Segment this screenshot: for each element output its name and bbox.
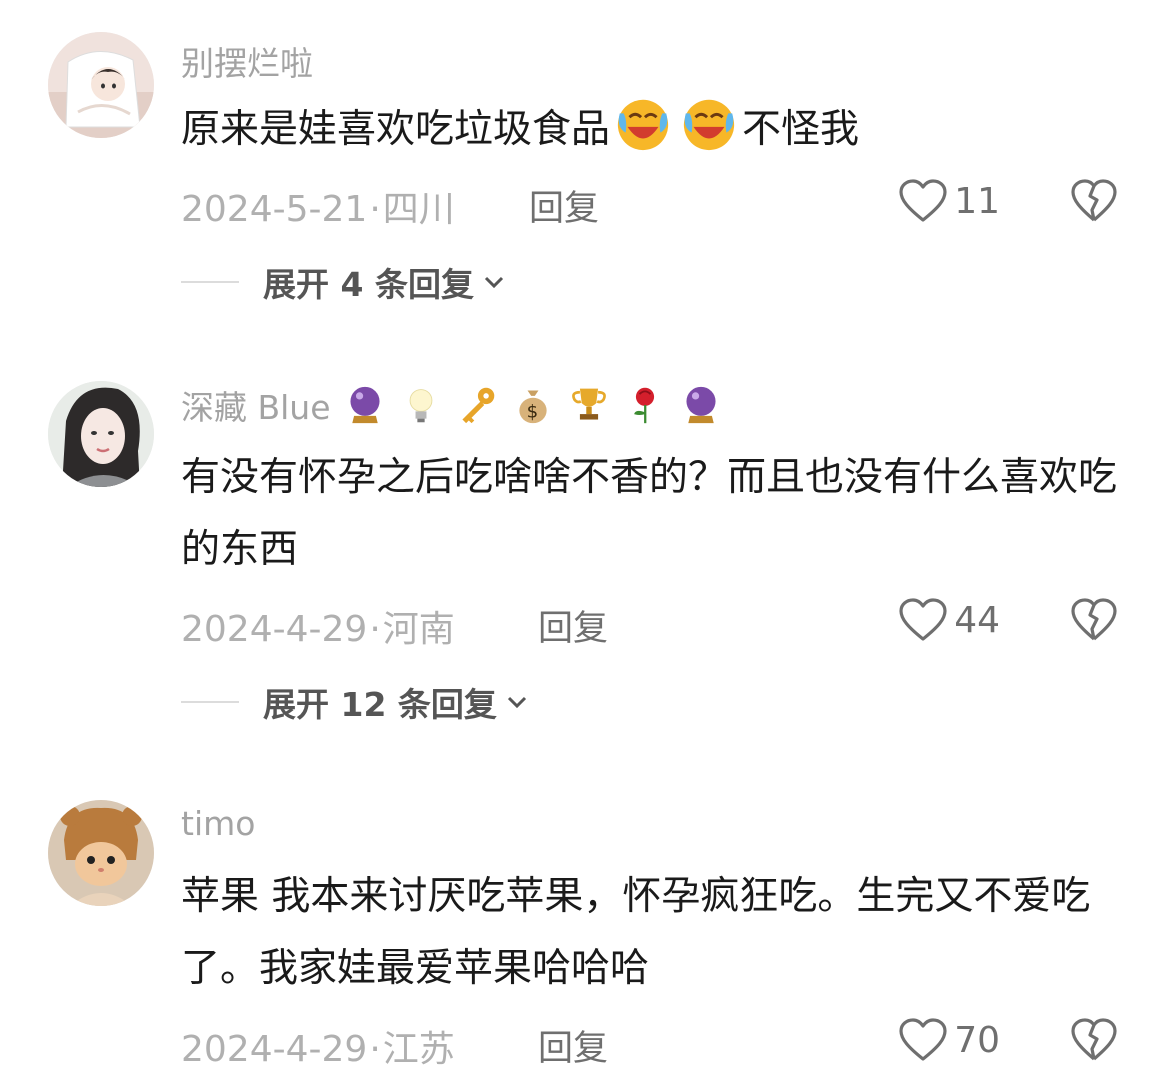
laughing-crying-emoji bbox=[683, 99, 735, 151]
heart-icon[interactable] bbox=[898, 597, 948, 643]
comment-location: 四川 bbox=[382, 189, 455, 230]
broken-heart-icon[interactable] bbox=[1070, 597, 1118, 643]
username[interactable]: 深藏 Blue $ bbox=[181, 381, 721, 429]
heart-icon[interactable] bbox=[898, 1017, 948, 1063]
like-button[interactable]: 11 bbox=[898, 178, 1000, 224]
date-separator: · bbox=[369, 1029, 381, 1070]
laughing-crying-emoji bbox=[617, 99, 669, 151]
expand-replies-label[interactable]: 展开 12 条回复 bbox=[263, 678, 497, 726]
avatar[interactable] bbox=[48, 800, 154, 906]
like-button[interactable]: 70 bbox=[898, 1017, 1000, 1063]
comment-meta: 2024-5-21·四川 bbox=[181, 180, 455, 232]
comment-date: 2024-4-29 bbox=[181, 1029, 368, 1070]
comment-date: 2024-4-29 bbox=[181, 609, 368, 650]
comment-location: 江苏 bbox=[382, 1029, 455, 1070]
date-separator: · bbox=[369, 189, 381, 230]
like-count: 44 bbox=[954, 599, 1000, 641]
comment-date: 2024-5-21 bbox=[181, 189, 368, 230]
chevron-down-icon bbox=[507, 696, 526, 709]
username[interactable]: 别摆烂啦 bbox=[181, 37, 313, 85]
money-bag-emoji: $ bbox=[518, 390, 547, 424]
expand-replies[interactable]: 展开 4 条回复 bbox=[181, 258, 506, 306]
reply-button[interactable]: 回复 bbox=[529, 180, 599, 231]
reply-button[interactable]: 回复 bbox=[538, 1020, 608, 1071]
like-count: 70 bbox=[954, 1019, 1000, 1061]
comment-text: 苹果 我本来讨厌吃苹果，怀孕疯狂吃。生完又不爱吃了。我家娃最爱苹果哈哈哈 bbox=[181, 874, 1091, 991]
light-bulb-emoji bbox=[409, 389, 432, 423]
broken-heart-icon[interactable] bbox=[1070, 178, 1118, 224]
rose-emoji bbox=[633, 387, 654, 424]
badge-emoji-row: $ bbox=[345, 385, 721, 425]
trophy-emoji bbox=[571, 388, 606, 420]
svg-text:$: $ bbox=[526, 402, 538, 423]
avatar[interactable] bbox=[48, 381, 154, 487]
divider bbox=[181, 281, 239, 283]
broken-heart-icon[interactable] bbox=[1070, 1017, 1118, 1063]
chevron-down-icon bbox=[484, 276, 504, 289]
crystal-ball-emoji bbox=[685, 386, 716, 424]
comment-location: 河南 bbox=[382, 609, 455, 650]
like-button[interactable]: 44 bbox=[898, 597, 1000, 643]
date-separator: · bbox=[369, 609, 381, 650]
expand-replies-label[interactable]: 展开 4 条回复 bbox=[263, 258, 474, 306]
like-count: 11 bbox=[954, 180, 1000, 222]
comment-meta: 2024-4-29·河南 bbox=[181, 600, 455, 652]
divider bbox=[181, 701, 239, 703]
heart-icon[interactable] bbox=[898, 178, 948, 224]
username[interactable]: timo bbox=[181, 804, 255, 843]
avatar[interactable] bbox=[48, 32, 154, 138]
comment-text: 原来是娃喜欢吃垃圾食品 不怪我 bbox=[181, 94, 1131, 166]
crystal-ball-emoji bbox=[349, 386, 380, 424]
reply-button[interactable]: 回复 bbox=[538, 600, 608, 651]
comment-meta: 2024-4-29·江苏 bbox=[181, 1020, 455, 1072]
comment-text: 有没有怀孕之后吃啥啥不香的？而且也没有什么喜欢吃的东西 bbox=[181, 455, 1118, 572]
key-emoji bbox=[461, 387, 494, 424]
expand-replies[interactable]: 展开 12 条回复 bbox=[181, 678, 529, 726]
